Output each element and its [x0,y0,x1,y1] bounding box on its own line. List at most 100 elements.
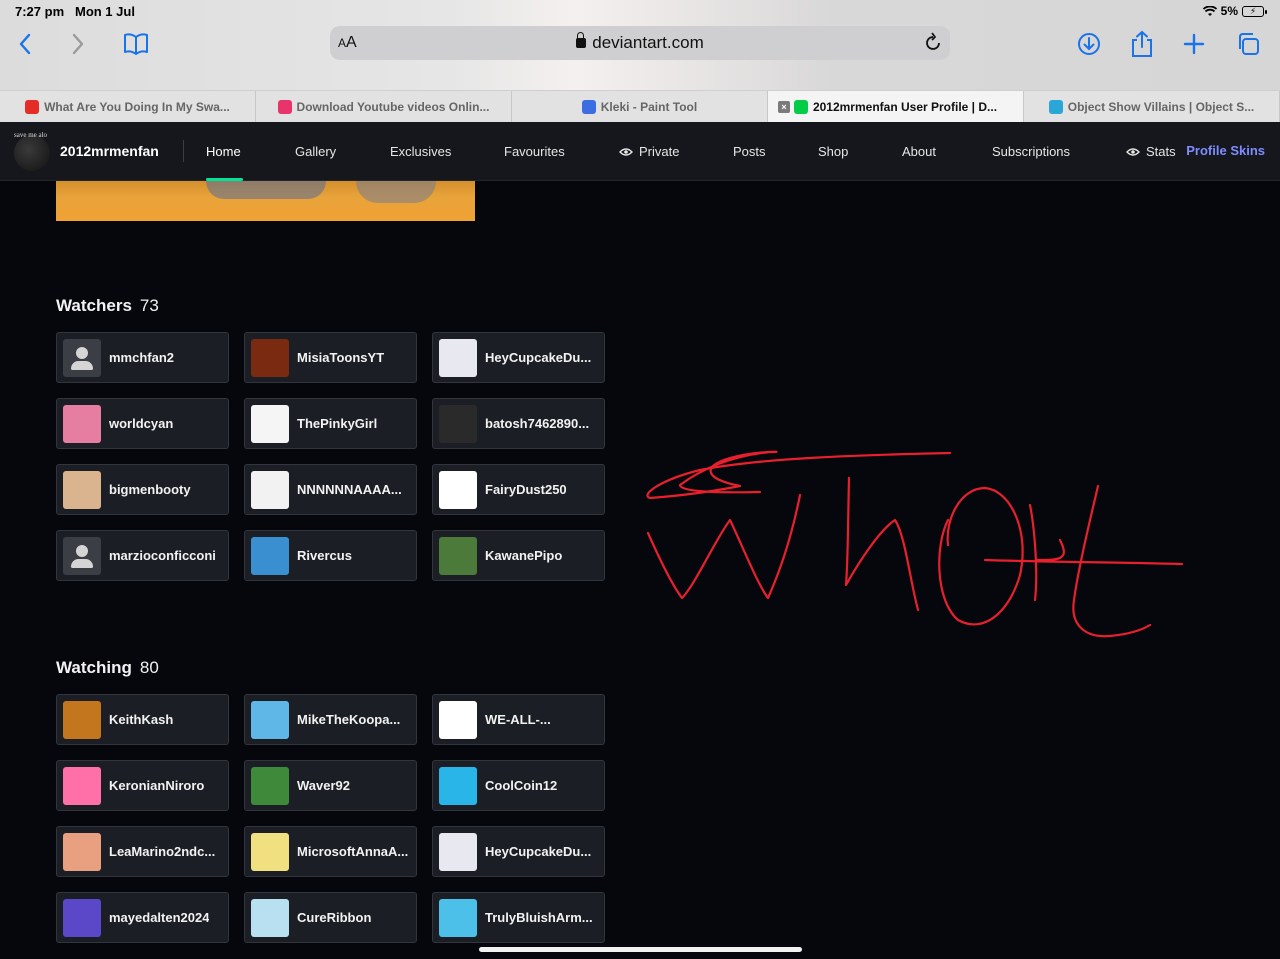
browser-tab[interactable]: Object Show Villains | Object S... [1024,91,1280,122]
username-label[interactable]: MicrosoftAnnaA... [297,844,408,859]
username-label[interactable]: KawanePipo [485,548,562,563]
nav-favourites[interactable]: Favourites [504,144,565,159]
browser-tab[interactable]: × 2012mrmenfan User Profile | D... [768,91,1024,122]
user-card[interactable]: NNNNNNAAAA... [244,464,417,515]
nav-stats[interactable]: Stats [1126,144,1176,159]
user-card[interactable]: ThePinkyGirl [244,398,417,449]
share-button[interactable] [1127,30,1157,58]
new-tab-button[interactable] [1179,30,1209,58]
avatar[interactable] [63,766,101,805]
featured-artwork[interactable] [56,181,475,221]
avatar[interactable] [63,536,101,575]
avatar[interactable] [439,338,477,377]
username-label[interactable]: bigmenbooty [109,482,191,497]
nav-exclusives[interactable]: Exclusives [390,144,451,159]
avatar[interactable] [439,766,477,805]
profile-skins-link[interactable]: Profile Skins [1186,143,1265,158]
username-label[interactable]: ThePinkyGirl [297,416,377,431]
user-card[interactable]: CoolCoin12 [432,760,605,811]
username-label[interactable]: batosh7462890... [485,416,589,431]
user-card[interactable]: mayedalten2024 [56,892,229,943]
user-card[interactable]: KeithKash [56,694,229,745]
user-card[interactable]: FairyDust250 [432,464,605,515]
avatar[interactable] [63,338,101,377]
username-label[interactable]: mmchfan2 [109,350,174,365]
avatar[interactable] [251,470,289,509]
avatar[interactable] [63,470,101,509]
avatar[interactable] [63,404,101,443]
profile-avatar[interactable] [14,135,50,171]
user-card[interactable]: HeyCupcakeDu... [432,826,605,877]
avatar[interactable] [251,536,289,575]
user-card[interactable]: bigmenbooty [56,464,229,515]
username-label[interactable]: mayedalten2024 [109,910,209,925]
username-label[interactable]: TrulyBluishArm... [485,910,593,925]
nav-gallery[interactable]: Gallery [295,144,336,159]
user-card[interactable]: HeyCupcakeDu... [432,332,605,383]
username-label[interactable]: NNNNNNAAAA... [297,482,402,497]
reload-button[interactable] [924,32,942,57]
username-label[interactable]: KeithKash [109,712,173,727]
user-card[interactable]: Rivercus [244,530,417,581]
address-bar[interactable]: AA deviantart.com [330,26,950,60]
avatar[interactable] [439,536,477,575]
avatar[interactable] [439,700,477,739]
username-label[interactable]: LeaMarino2ndc... [109,844,215,859]
username-label[interactable]: FairyDust250 [485,482,567,497]
nav-shop[interactable]: Shop [818,144,848,159]
browser-tab[interactable]: Kleki - Paint Tool [512,91,768,122]
username-label[interactable]: MisiaToonsYT [297,350,384,365]
avatar[interactable] [251,832,289,871]
tab-overview-button[interactable] [1233,30,1263,58]
profile-username[interactable]: 2012mrmenfan [60,143,159,159]
username-label[interactable]: MikeTheKoopa... [297,712,400,727]
nav-posts[interactable]: Posts [733,144,766,159]
avatar[interactable] [251,404,289,443]
nav-about[interactable]: About [902,144,936,159]
avatar[interactable] [251,338,289,377]
avatar[interactable] [439,898,477,937]
avatar[interactable] [63,898,101,937]
url-display[interactable]: deviantart.com [330,32,950,53]
back-button[interactable] [10,30,40,58]
avatar[interactable] [439,832,477,871]
browser-tab[interactable]: Download Youtube videos Onlin... [256,91,512,122]
downloads-button[interactable] [1074,30,1104,58]
avatar[interactable] [251,898,289,937]
user-card[interactable]: LeaMarino2ndc... [56,826,229,877]
username-label[interactable]: worldcyan [109,416,173,431]
avatar[interactable] [439,404,477,443]
user-card[interactable]: Waver92 [244,760,417,811]
forward-button[interactable] [63,30,93,58]
nav-home[interactable]: Home [206,144,241,159]
username-label[interactable]: HeyCupcakeDu... [485,844,591,859]
user-card[interactable]: WE-ALL-... [432,694,605,745]
avatar[interactable] [63,832,101,871]
username-label[interactable]: marzioconficconi [109,548,216,563]
username-label[interactable]: CoolCoin12 [485,778,557,793]
nav-subscriptions[interactable]: Subscriptions [992,144,1070,159]
avatar[interactable] [439,470,477,509]
avatar[interactable] [251,766,289,805]
user-card[interactable]: MicrosoftAnnaA... [244,826,417,877]
close-tab-icon[interactable]: × [778,101,790,113]
username-label[interactable]: Rivercus [297,548,352,563]
user-card[interactable]: TrulyBluishArm... [432,892,605,943]
user-card[interactable]: batosh7462890... [432,398,605,449]
username-label[interactable]: Waver92 [297,778,350,793]
user-card[interactable]: MisiaToonsYT [244,332,417,383]
username-label[interactable]: WE-ALL-... [485,712,551,727]
user-card[interactable]: KawanePipo [432,530,605,581]
avatar[interactable] [251,700,289,739]
browser-tab[interactable]: What Are You Doing In My Swa... [0,91,256,122]
username-label[interactable]: HeyCupcakeDu... [485,350,591,365]
user-card[interactable]: worldcyan [56,398,229,449]
user-card[interactable]: CureRibbon [244,892,417,943]
nav-private[interactable]: Private [619,144,679,159]
username-label[interactable]: KeronianNiroro [109,778,204,793]
user-card[interactable]: mmchfan2 [56,332,229,383]
user-card[interactable]: marzioconficconi [56,530,229,581]
bookmarks-button[interactable] [121,30,151,58]
user-card[interactable]: KeronianNiroro [56,760,229,811]
user-card[interactable]: MikeTheKoopa... [244,694,417,745]
